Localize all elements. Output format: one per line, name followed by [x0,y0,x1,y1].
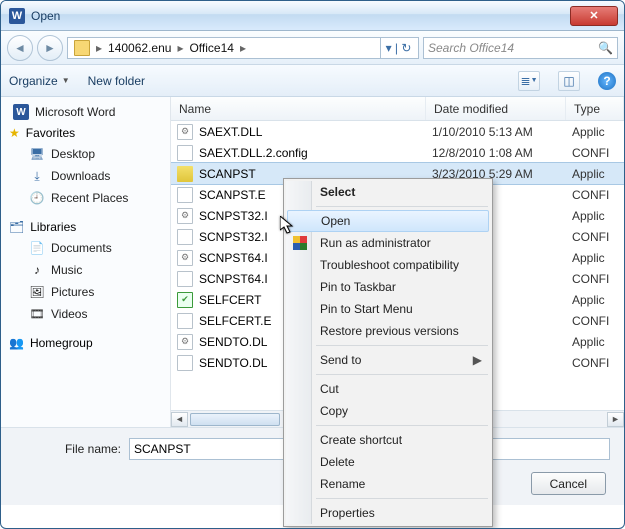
sidebar-item-word[interactable]: WMicrosoft Word [1,101,170,123]
config-icon [177,271,193,287]
sidebar-item-pictures[interactable]: 🖼Pictures [1,281,170,303]
menu-item-select[interactable]: Select [286,181,490,203]
submenu-arrow-icon: ▶ [473,353,482,367]
breadcrumb-1[interactable]: 140062.enu [104,41,175,55]
navigation-bar: ◄ ► ▸ 140062.enu ▸ Office14 ▸ ▾ | ↻ Sear… [1,31,624,65]
menu-item-pin-start[interactable]: Pin to Start Menu [286,298,490,320]
folder-icon [74,40,90,56]
open-dialog: W Open ✕ ◄ ► ▸ 140062.enu ▸ Office14 ▸ ▾… [0,0,625,529]
column-date[interactable]: Date modified [426,97,566,120]
column-type[interactable]: Type [566,97,624,120]
menu-separator [316,206,488,207]
recent-icon: 🕘 [29,190,45,206]
new-folder-button[interactable]: New folder [88,74,145,88]
desktop-icon: 🖥 [29,146,45,162]
menu-item-delete[interactable]: Delete [286,451,490,473]
menu-item-open[interactable]: Open [287,210,489,232]
file-row[interactable]: ⚙SAEXT.DLL1/10/2010 5:13 AMApplic [171,121,624,142]
config-icon [177,229,193,245]
sidebar-item-music[interactable]: ♪Music [1,259,170,281]
scroll-left-icon[interactable]: ◄ [171,412,188,427]
column-name[interactable]: Name [171,97,426,120]
menu-item-troubleshoot[interactable]: Troubleshoot compatibility [286,254,490,276]
toolbar: Organize ▼ New folder ≣ ▼ ◫ ? [1,65,624,97]
menu-item-restore-versions[interactable]: Restore previous versions [286,320,490,342]
menu-item-rename[interactable]: Rename [286,473,490,495]
menu-item-copy[interactable]: Copy [286,400,490,422]
menu-separator [316,498,488,499]
dll-icon: ⚙ [177,208,193,224]
sidebar-item-downloads[interactable]: ⤓Downloads [1,165,170,187]
libraries-icon: 🗂 [9,220,24,234]
config-icon [177,313,193,329]
sidebar-item-recent[interactable]: 🕘Recent Places [1,187,170,209]
cancel-button[interactable]: Cancel [531,472,606,495]
titlebar: W Open ✕ [1,1,624,31]
filename-label: File name: [15,442,121,456]
word-app-icon: W [9,8,25,24]
sidebar-item-documents[interactable]: 📄Documents [1,237,170,259]
word-icon: W [13,104,29,120]
search-icon: 🔍 [598,41,613,55]
documents-icon: 📄 [29,240,45,256]
star-icon: ★ [9,126,20,140]
chevron-right-icon: ▸ [238,41,248,55]
menu-separator [316,425,488,426]
breadcrumb-2[interactable]: Office14 [185,41,237,55]
search-input[interactable]: Search Office14 🔍 [423,37,618,59]
chevron-right-icon: ▸ [175,41,185,55]
view-options-button[interactable]: ≣ ▼ [518,71,540,91]
address-bar[interactable]: ▸ 140062.enu ▸ Office14 ▸ ▾ | ↻ [67,37,419,59]
config-icon [177,187,193,203]
window-title: Open [31,9,570,23]
config-icon [177,355,193,371]
config-icon [177,145,193,161]
menu-separator [316,345,488,346]
dll-icon: ⚙ [177,250,193,266]
close-button[interactable]: ✕ [570,6,618,26]
menu-item-send-to[interactable]: Send to▶ [286,349,490,371]
column-headers: Name Date modified Type [171,97,624,121]
cert-icon: ✔ [177,292,193,308]
menu-item-create-shortcut[interactable]: Create shortcut [286,429,490,451]
scroll-thumb[interactable] [190,413,280,426]
context-menu: Select Open Run as administrator Trouble… [283,178,493,527]
shield-icon [292,235,308,251]
sidebar-group-libraries[interactable]: 🗂Libraries [1,217,170,237]
sidebar-item-homegroup[interactable]: 👥Homegroup [1,333,170,353]
sidebar-item-desktop[interactable]: 🖥Desktop [1,143,170,165]
sidebar: WMicrosoft Word ★Favorites 🖥Desktop ⤓Dow… [1,97,171,427]
pictures-icon: 🖼 [29,284,45,300]
downloads-icon: ⤓ [29,168,45,184]
dll-icon: ⚙ [177,334,193,350]
nav-forward-button[interactable]: ► [37,35,63,61]
preview-pane-button[interactable]: ◫ [558,71,580,91]
dll-icon: ⚙ [177,124,193,140]
menu-item-pin-taskbar[interactable]: Pin to Taskbar [286,276,490,298]
nav-back-button[interactable]: ◄ [7,35,33,61]
search-placeholder: Search Office14 [428,41,514,55]
menu-separator [316,374,488,375]
sidebar-item-videos[interactable]: 🎞Videos [1,303,170,325]
address-dropdown[interactable]: ▾ | ↻ [380,37,416,59]
menu-item-properties[interactable]: Properties [286,502,490,524]
music-icon: ♪ [29,262,45,278]
sidebar-group-favorites[interactable]: ★Favorites [1,123,170,143]
organize-button[interactable]: Organize ▼ [9,74,70,88]
menu-item-cut[interactable]: Cut [286,378,490,400]
exe-icon [177,166,193,182]
chevron-right-icon: ▸ [94,41,104,55]
file-row[interactable]: SAEXT.DLL.2.config12/8/2010 1:08 AMCONFI [171,142,624,163]
menu-item-run-as-admin[interactable]: Run as administrator [286,232,490,254]
homegroup-icon: 👥 [9,336,24,350]
help-icon[interactable]: ? [598,72,616,90]
scroll-right-icon[interactable]: ► [607,412,624,427]
videos-icon: 🎞 [29,306,45,322]
